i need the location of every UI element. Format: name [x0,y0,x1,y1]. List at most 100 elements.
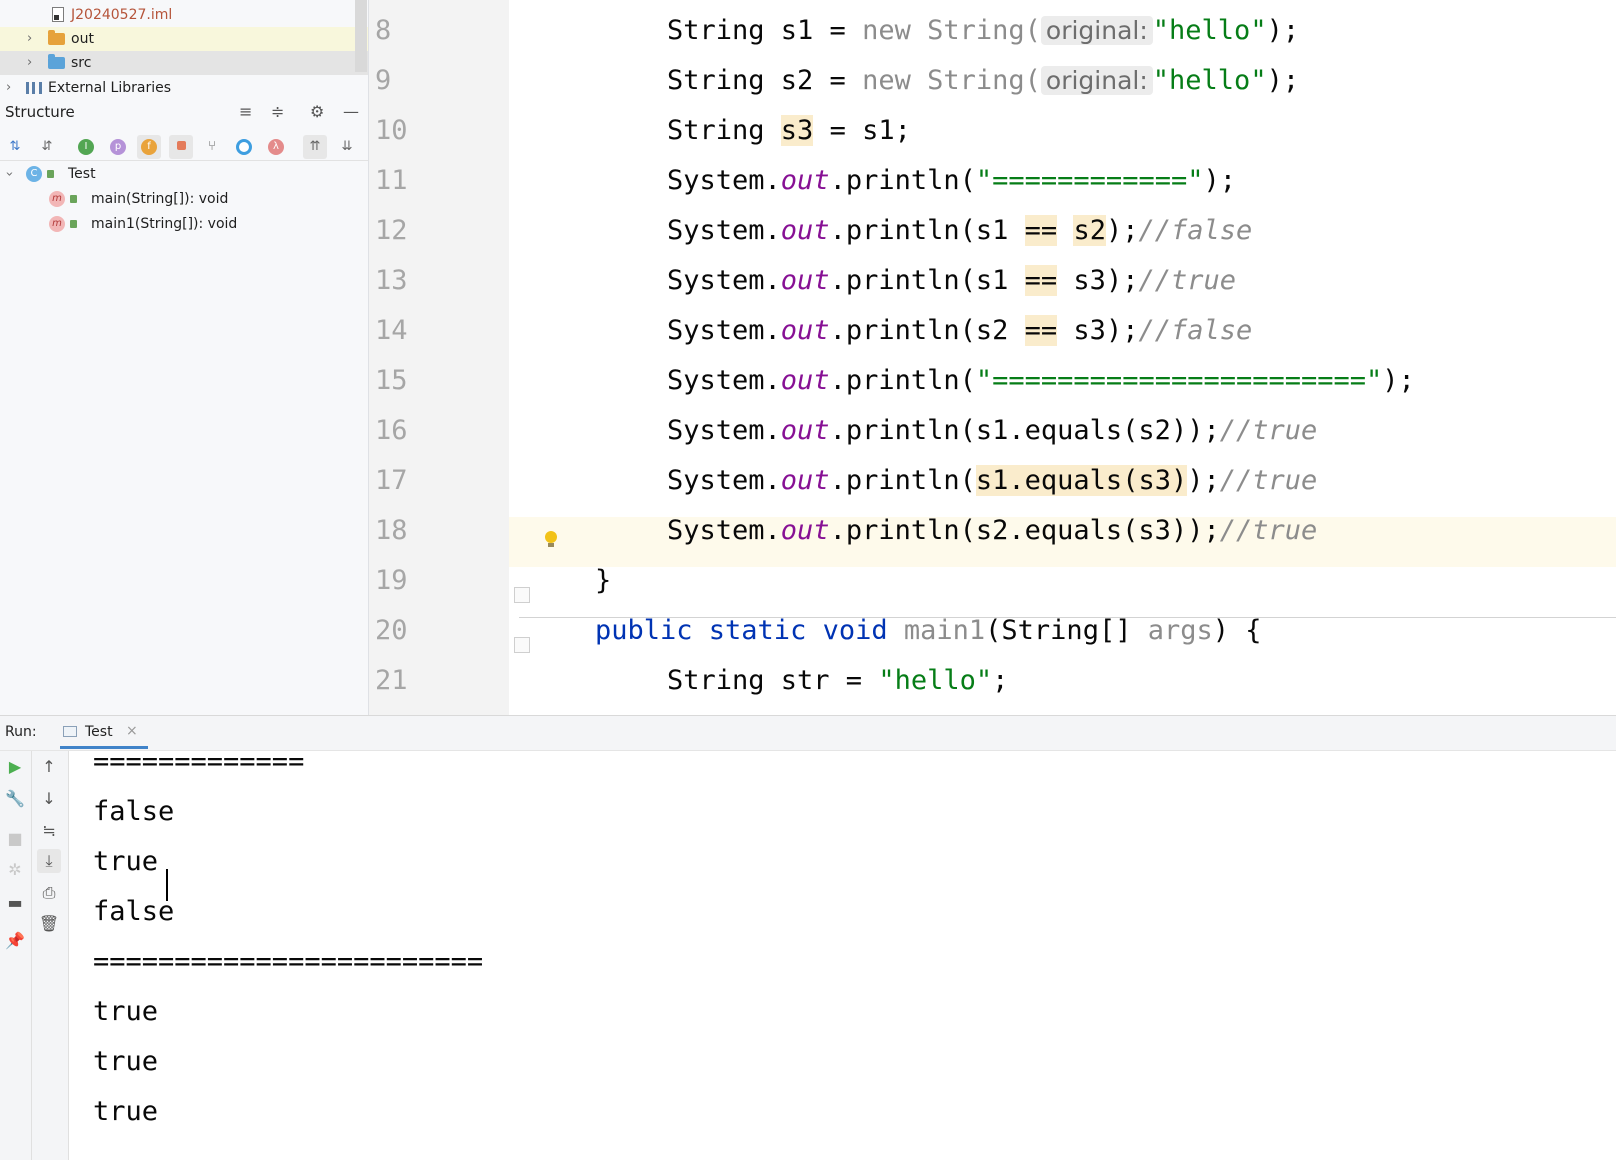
tree-item-label: External Libraries [48,80,171,96]
code-line[interactable]: String str = "hello"; [667,656,1008,706]
code-line[interactable]: String s1 = new String(original: "hello")… [667,6,1299,56]
lightbulb-icon[interactable] [545,531,557,547]
inheritance-icon[interactable]: ⑂ [200,135,224,159]
highlighted-expression: s1.equals(s3) [975,465,1188,496]
structure-item-label: main(String[]): void [91,191,229,207]
code-line[interactable]: System.out.println("============"); [667,156,1236,206]
code-line[interactable]: System.out.println(s1.equals(s2));//true [667,406,1317,456]
highlighted-operator: == [1024,265,1058,296]
code-field: out [780,265,830,296]
line-number: 16 [375,415,408,446]
code-field: out [780,315,830,346]
code-text: String s1 = [667,15,863,46]
scroll-to-end-icon[interactable]: ⤓ [37,849,61,873]
pin-icon[interactable]: 📌 [3,929,27,953]
trash-icon[interactable]: 🗑 [37,912,61,936]
lambdas-icon[interactable]: λ [264,135,288,159]
code-string: "hello" [1152,65,1267,96]
soft-wrap-icon[interactable]: ≒ [37,819,61,843]
parameter-hint: original: [1040,66,1153,95]
chevron-right-icon[interactable]: › [27,51,32,75]
chevron-right-icon[interactable]: › [27,27,32,51]
line-number: 13 [375,265,408,296]
chevron-down-icon[interactable]: › [0,171,21,176]
sort-alpha-icon[interactable]: ⇅ [3,135,27,159]
expand-all-icon[interactable]: ≡ [239,102,252,121]
tree-item-iml[interactable]: J20240527.iml [0,3,368,27]
rerun-icon[interactable]: ▶ [3,755,27,779]
fold-start-icon[interactable] [514,637,530,653]
stop-icon[interactable]: ■ [3,827,27,851]
autoscroll-to-source-icon[interactable]: ⇈ [303,135,327,159]
code-line[interactable]: String s3 = s1; [667,106,911,156]
code-text: System. [667,165,781,196]
text-caret [166,869,168,901]
tree-item-external-libraries[interactable]: › External Libraries [0,76,368,100]
properties-icon[interactable]: p [106,135,130,159]
collapse-all-icon[interactable]: ≑ [271,102,284,121]
structure-item-class[interactable]: › C Test [0,162,368,186]
arrow-up-icon[interactable]: ↑ [37,755,61,779]
line-number: 17 [375,465,408,496]
debug-icon[interactable]: ✲ [3,858,27,882]
code-comment: //true [1138,265,1236,296]
code-text: String str = [667,665,879,696]
line-number: 14 [375,315,408,346]
code-line[interactable]: System.out.println(s1.equals(s3));//true [667,456,1317,506]
gutter: 8 9 10 11 12 13 14 15 16 17 18 19 20 21 [369,0,509,715]
structure-item-method[interactable]: m main(String[]): void [0,187,368,211]
console-line: ============= [93,746,305,777]
code-line[interactable]: String s2 = new String(original: "hello")… [667,56,1299,106]
code-parameter: args [1147,615,1213,646]
tree-item-src[interactable]: › src [0,51,368,75]
run-toolbar-left: ▶ 🔧 ■ ✲ ▬ 📌 [0,751,32,1160]
code-line[interactable]: } [595,556,611,606]
non-public-icon[interactable] [169,135,193,159]
structure-item-method[interactable]: m main1(String[]): void [0,212,368,236]
code-text: .println(s1.equals(s2)); [829,415,1220,446]
fields-icon[interactable]: f [137,135,161,159]
anonymous-classes-icon[interactable] [232,135,256,159]
wrench-icon[interactable]: 🔧 [3,787,27,811]
code-editor[interactable]: 8 9 10 11 12 13 14 15 16 17 18 19 20 21 … [369,0,1616,715]
code-line[interactable]: public static void main1(String[] args) … [595,606,1262,656]
code-keyword: new [862,15,911,46]
inherited-icon[interactable]: I [74,135,98,159]
hide-icon[interactable]: — [343,102,359,121]
code-line[interactable]: System.out.println(s2 == s3);//false [667,306,1252,356]
tree-item-label: J20240527.iml [71,7,173,23]
line-number: 8 [375,15,392,46]
structure-toolbar: ⇅ ⇵ I p f ⑂ λ ⇈ ⇊ [0,132,368,161]
highlighted-operator: == [1024,215,1058,246]
code-line[interactable]: System.out.println(s1 == s2);//false [667,206,1252,256]
code-line[interactable]: System.out.println(s1 == s3);//true [667,256,1236,306]
code-text: ) { [1212,615,1262,646]
code-line[interactable]: System.out.println("====================… [667,356,1415,406]
sort-visibility-icon[interactable]: ⇵ [35,135,59,159]
code-keyword: new [862,65,911,96]
console-line: false [93,896,175,927]
arrow-down-icon[interactable]: ↓ [37,787,61,811]
project-scrollbar[interactable] [355,0,367,72]
code-text: ; [992,665,1009,696]
code-text: s3); [1057,315,1139,346]
module-file-icon [52,7,64,22]
code-comment: //true [1219,465,1318,496]
console-line: true [93,1046,159,1077]
layout-icon[interactable]: ▬ [3,891,27,915]
print-icon[interactable]: ⎙ [37,881,61,905]
structure-header: Structure ≡ ≑ ⚙ — [0,100,368,124]
fold-end-icon[interactable] [514,587,530,603]
tree-item-out[interactable]: › out [0,27,368,51]
autoscroll-from-source-icon[interactable]: ⇊ [335,135,359,159]
line-number: 18 [375,515,408,546]
public-icon [47,170,54,178]
code-text: .println(s1 [829,265,1025,296]
chevron-right-icon[interactable]: › [6,76,11,100]
code-line-current[interactable]: System.out.println(s2.equals(s3));//true [667,506,1317,556]
tree-item-label: out [71,31,94,47]
code-text: System. [667,265,781,296]
gear-icon[interactable]: ⚙ [310,102,324,121]
highlighted-identifier: s3 [780,115,814,146]
